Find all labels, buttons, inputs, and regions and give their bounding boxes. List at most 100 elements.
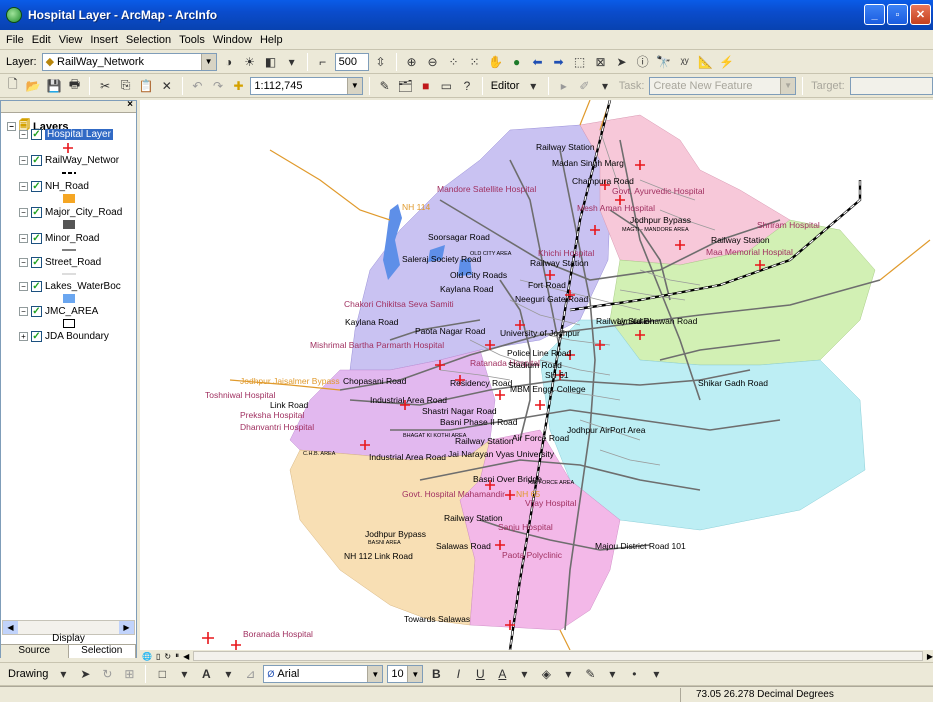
menu-help[interactable]: Help	[260, 34, 283, 46]
save-icon[interactable]: 💾	[45, 77, 63, 95]
checkbox-icon[interactable]: ✓	[31, 181, 42, 192]
toc-layer-minor-road[interactable]: − ✓ Minor_Road	[19, 233, 99, 244]
chevron-down-icon[interactable]: ▾	[559, 665, 577, 683]
checkbox-icon[interactable]: ✓	[31, 207, 42, 218]
sketch-tool-icon[interactable]: ✐	[576, 77, 594, 95]
collapse-icon[interactable]: −	[19, 258, 28, 267]
checkbox-icon[interactable]: ✓	[31, 155, 42, 166]
rectangle-icon[interactable]: □	[153, 665, 171, 683]
map-canvas[interactable]: Railway Station Madan Singh Marg Chainpu…	[140, 100, 933, 650]
editor-toolbar-icon[interactable]: ✎	[376, 77, 394, 95]
new-text-icon[interactable]: A	[197, 665, 215, 683]
checkbox-icon[interactable]: ✓	[31, 281, 42, 292]
full-extent-icon[interactable]: ●	[508, 53, 526, 71]
map-scale-select[interactable]: 1:112,745 ▼	[250, 76, 363, 95]
layout-view-icon[interactable]: ▯	[156, 652, 160, 661]
pan-icon[interactable]: ✋	[487, 53, 505, 71]
menu-tools[interactable]: Tools	[179, 34, 205, 46]
close-icon[interactable]: ×	[127, 99, 133, 110]
line-color-icon[interactable]: ✎	[581, 665, 599, 683]
brightness-icon[interactable]: ☀	[241, 53, 259, 71]
identify-icon[interactable]: ⓘ	[634, 53, 652, 71]
print-icon[interactable]: 🖶	[66, 77, 84, 95]
add-data-icon[interactable]: ✚	[230, 77, 248, 95]
task-select[interactable]: Create New Feature ▼	[649, 76, 797, 95]
collapse-icon[interactable]: −	[19, 130, 28, 139]
underline-icon[interactable]: U	[471, 665, 489, 683]
menu-file[interactable]: File	[6, 34, 24, 46]
bold-icon[interactable]: B	[427, 665, 445, 683]
checkbox-icon[interactable]: ✓	[31, 257, 42, 268]
chevron-down-icon[interactable]: ▾	[515, 665, 533, 683]
italic-icon[interactable]: I	[449, 665, 467, 683]
copy-icon[interactable]: ⎘	[117, 77, 135, 95]
rotate-icon[interactable]: ↻	[98, 665, 116, 683]
chevron-left-icon[interactable]: ◀	[183, 652, 189, 661]
refresh-icon[interactable]: ↻	[164, 652, 171, 661]
checkbox-icon[interactable]: ✓	[31, 129, 42, 140]
fixed-zoom-in-icon[interactable]: ⁘	[445, 53, 463, 71]
clear-selection-icon[interactable]: ⊠	[592, 53, 610, 71]
fill-color-icon[interactable]: ◈	[537, 665, 555, 683]
chevron-down-icon[interactable]: ▾	[524, 77, 542, 95]
find-icon[interactable]: 🔭	[655, 53, 673, 71]
marker-color-icon[interactable]: •	[625, 665, 643, 683]
chevron-down-icon[interactable]: ▾	[647, 665, 665, 683]
font-size-select[interactable]: 10 ▼	[387, 665, 424, 683]
toc-layer-jmc-area[interactable]: − ✓ JMC_AREA	[19, 306, 98, 317]
pause-drawing-icon[interactable]: ⏸	[175, 651, 179, 661]
zoom-to-selected-icon[interactable]: ⊞	[120, 665, 138, 683]
toc-layer-lakes[interactable]: − ✓ Lakes_WaterBoc	[19, 281, 121, 292]
menu-window[interactable]: Window	[213, 34, 252, 46]
toc-layer-nh-road[interactable]: − ✓ NH_Road	[19, 181, 89, 192]
chevron-down-icon[interactable]: ▾	[175, 665, 193, 683]
paste-icon[interactable]: 📋	[137, 77, 155, 95]
chevron-down-icon[interactable]: ▾	[54, 665, 72, 683]
collapse-icon[interactable]: −	[19, 156, 28, 165]
transparency-icon[interactable]: ◧	[262, 53, 280, 71]
chevron-right-icon[interactable]: ▶	[927, 652, 933, 661]
select-features-icon[interactable]: ⬚	[571, 53, 589, 71]
checkbox-icon[interactable]: ✓	[31, 331, 42, 342]
collapse-icon[interactable]: −	[19, 282, 28, 291]
map-view[interactable]: Railway Station Madan Singh Marg Chainpu…	[140, 100, 933, 650]
go-to-xy-icon[interactable]: ᵡʸ	[676, 53, 694, 71]
arctoolbox-icon[interactable]: ■	[417, 77, 435, 95]
cut-icon[interactable]: ✂	[96, 77, 114, 95]
font-color-icon[interactable]: A	[493, 665, 511, 683]
spin-icon[interactable]: ⇳	[372, 53, 390, 71]
collapse-icon[interactable]: −	[19, 182, 28, 191]
minimize-button[interactable]: _	[864, 4, 885, 25]
buffer-input[interactable]: 500	[334, 52, 369, 71]
contrast-icon[interactable]: ◑	[220, 53, 238, 71]
select-elements-icon[interactable]: ➤	[76, 665, 94, 683]
data-view-icon[interactable]: 🌐	[142, 652, 152, 661]
tab-selection[interactable]: Selection	[68, 645, 136, 658]
toc-layer-railway[interactable]: − ✓ RailWay_Networ	[19, 155, 119, 166]
open-icon[interactable]: 📂	[25, 77, 43, 95]
editor-menu[interactable]: Editor	[491, 80, 520, 92]
command-line-icon[interactable]: ▭	[438, 77, 456, 95]
menu-insert[interactable]: Insert	[90, 34, 118, 46]
maximize-button[interactable]: ▫	[887, 4, 908, 25]
toc-layer-street-road[interactable]: − ✓ Street_Road	[19, 257, 101, 268]
drawing-menu[interactable]: Drawing	[8, 668, 48, 680]
select-elements-icon[interactable]: ➤	[613, 53, 631, 71]
toc-layer-hospital[interactable]: − ✓ Hospital Layer	[19, 129, 113, 140]
menu-selection[interactable]: Selection	[126, 34, 171, 46]
redo-icon[interactable]: ↷	[209, 77, 227, 95]
chevron-down-icon[interactable]: ▾	[603, 665, 621, 683]
zoom-in-icon[interactable]: ⊕	[403, 53, 421, 71]
chevron-down-icon[interactable]: ▾	[596, 77, 614, 95]
collapse-icon[interactable]: −	[7, 122, 16, 131]
collapse-icon[interactable]: −	[19, 307, 28, 316]
undo-icon[interactable]: ↶	[189, 77, 207, 95]
target-select[interactable]	[849, 76, 933, 95]
chevron-down-icon[interactable]: ▾	[283, 53, 301, 71]
toc-layer-jda-boundary[interactable]: + ✓ JDA Boundary	[19, 331, 109, 342]
fixed-zoom-out-icon[interactable]: ⁙	[466, 53, 484, 71]
layer-select[interactable]: ◆ RailWay_Network ▼	[41, 52, 217, 71]
menu-view[interactable]: View	[59, 34, 83, 46]
tab-source[interactable]: Source	[1, 645, 69, 658]
menu-edit[interactable]: Edit	[32, 34, 51, 46]
